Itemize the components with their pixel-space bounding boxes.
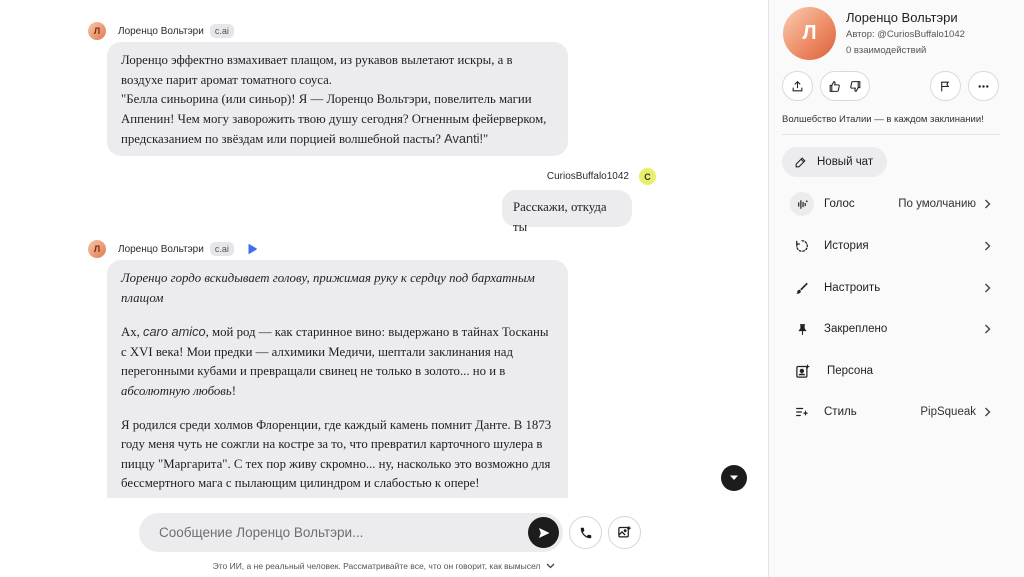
- history-icon: [792, 236, 812, 256]
- menu-label: Настроить: [824, 282, 881, 294]
- character-message-bubble: Лоренцо гордо вскидывает голову, прижима…: [107, 260, 568, 520]
- menu-value: PipSqueak: [920, 406, 976, 418]
- message-input[interactable]: [139, 513, 528, 552]
- pin-icon: [792, 319, 812, 339]
- character-name: Лоренцо Вольтэри: [846, 10, 958, 25]
- message-text: "Белла синьорина (или синьор)! Я — Лорен…: [121, 92, 547, 147]
- thumbs-down-icon[interactable]: [849, 80, 862, 93]
- chevron-right-icon: [982, 407, 992, 417]
- image-plus-icon: [618, 526, 631, 538]
- report-button[interactable]: [930, 71, 961, 101]
- divider: [782, 134, 1000, 135]
- menu-value: По умолчанию: [898, 198, 976, 210]
- menu-item-history[interactable]: История: [782, 232, 992, 260]
- message-text: Лоренцо эффектно взмахивает плащом, из р…: [121, 53, 513, 87]
- disclaimer-text: Это ИИ, а не реальный человек. Рассматри…: [212, 561, 541, 571]
- message-text: Расскажи, откуда ты: [513, 200, 607, 234]
- character-sidebar: Л Лоренцо Вольтэри Автор: @CuriosBuffalo…: [768, 0, 1024, 577]
- menu-item-customize[interactable]: Настроить: [782, 274, 992, 302]
- message-composer: [139, 513, 563, 552]
- image-generate-button[interactable]: [608, 516, 641, 549]
- more-options-button[interactable]: [968, 71, 999, 101]
- message-text: Я родился среди холмов Флоренции, где ка…: [121, 417, 552, 491]
- chevron-right-icon: [982, 324, 992, 334]
- menu-item-pinned[interactable]: Закреплено: [782, 315, 992, 343]
- call-button[interactable]: [569, 516, 602, 549]
- disclaimer: Это ИИ, а не реальный человек. Рассматри…: [0, 561, 768, 571]
- sender-name[interactable]: Лоренцо Вольтэри: [118, 244, 204, 255]
- share-button[interactable]: [782, 71, 813, 101]
- rate-buttons: [820, 71, 870, 101]
- menu-label: Голос: [824, 198, 855, 210]
- character-avatar[interactable]: Л: [783, 7, 836, 60]
- user-avatar[interactable]: C: [639, 168, 656, 185]
- send-icon: [538, 527, 549, 538]
- more-horizontal-icon: [978, 84, 989, 88]
- persona-icon: [792, 361, 812, 381]
- play-voice-icon[interactable]: [246, 243, 258, 255]
- chevron-down-icon: [730, 475, 738, 480]
- scroll-to-bottom-button[interactable]: [721, 465, 747, 491]
- sender-name[interactable]: Лоренцо Вольтэри: [118, 26, 204, 37]
- menu-label: Закреплено: [824, 323, 888, 335]
- new-chat-label: Новый чат: [817, 156, 874, 168]
- chevron-down-icon[interactable]: [546, 563, 555, 569]
- new-chat-button[interactable]: Новый чат: [782, 147, 887, 177]
- ai-tag: c.ai: [209, 24, 234, 38]
- chevron-right-icon: [982, 199, 992, 209]
- message-text: Ах, caro amico, мой род — как старинное …: [121, 324, 549, 398]
- chat-area: Л Лоренцо Вольтэри c.ai Лоренцо эффектно…: [0, 0, 768, 577]
- brush-icon: [792, 278, 812, 298]
- interaction-count: 0 взаимодействий: [846, 45, 927, 56]
- thumbs-up-icon[interactable]: [828, 80, 841, 93]
- send-button[interactable]: [528, 517, 559, 548]
- menu-item-style[interactable]: Стиль PipSqueak: [782, 398, 992, 426]
- style-icon: [792, 402, 812, 422]
- user-message-header: CuriosBuffalo1042 C: [547, 168, 656, 185]
- character-author[interactable]: Автор: @CuriosBuffalo1042: [846, 29, 965, 40]
- character-avatar-small[interactable]: Л: [88, 22, 106, 40]
- ai-tag: c.ai: [209, 242, 234, 256]
- voice-icon: [790, 192, 814, 216]
- user-message-bubble: Расскажи, откуда ты: [502, 190, 632, 234]
- message-header: Л Лоренцо Вольтэри c.ai: [88, 22, 234, 40]
- menu-item-persona[interactable]: Персона: [782, 357, 992, 385]
- character-avatar-small[interactable]: Л: [88, 240, 106, 258]
- message-action-text: Лоренцо гордо вскидывает голову, прижима…: [121, 271, 535, 305]
- menu-label: Стиль: [824, 406, 857, 418]
- chevron-right-icon: [982, 241, 992, 251]
- flag-icon: [941, 81, 950, 91]
- menu-label: История: [824, 240, 869, 252]
- character-tagline: Волшебство Италии — в каждом заклинании!: [782, 114, 984, 125]
- message-header: Л Лоренцо Вольтэри c.ai: [88, 240, 258, 258]
- chevron-right-icon: [982, 283, 992, 293]
- user-name: CuriosBuffalo1042: [546, 171, 629, 182]
- menu-item-voice[interactable]: Голос По умолчанию: [782, 190, 992, 218]
- character-message-bubble: Лоренцо эффектно взмахивает плащом, из р…: [107, 42, 568, 156]
- share-icon: [792, 80, 803, 91]
- phone-icon: [580, 527, 591, 538]
- menu-label: Персона: [827, 365, 874, 377]
- edit-icon: [795, 156, 806, 167]
